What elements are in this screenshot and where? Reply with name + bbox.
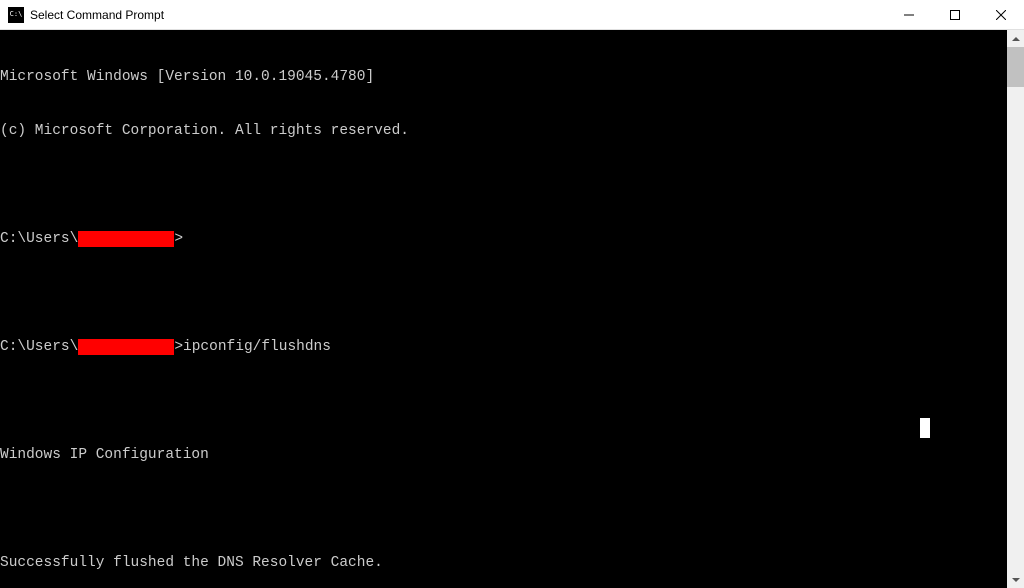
- blank-line: [0, 284, 1007, 302]
- minimize-icon: [904, 10, 914, 20]
- chevron-up-icon: [1012, 37, 1020, 41]
- prompt-path: C:\Users\: [0, 338, 78, 356]
- prompt-line: C:\Users\ >: [0, 230, 1007, 248]
- close-button[interactable]: [978, 0, 1024, 29]
- prompt-gt: >: [174, 230, 183, 248]
- output-header-line: Windows IP Configuration: [0, 446, 1007, 464]
- scroll-thumb[interactable]: [1007, 47, 1024, 87]
- maximize-button[interactable]: [932, 0, 978, 29]
- redacted-username: [78, 339, 174, 355]
- blank-line: [0, 500, 1007, 518]
- command-text: ipconfig/flushdns: [183, 338, 331, 356]
- blank-line: [0, 176, 1007, 194]
- prompt-path: C:\Users\: [0, 230, 78, 248]
- terminal-content: Microsoft Windows [Version 10.0.19045.47…: [0, 30, 1007, 588]
- close-icon: [996, 10, 1006, 20]
- minimize-button[interactable]: [886, 0, 932, 29]
- copyright-line: (c) Microsoft Corporation. All rights re…: [0, 122, 1007, 140]
- terminal-container: Microsoft Windows [Version 10.0.19045.47…: [0, 30, 1024, 588]
- vertical-scrollbar[interactable]: [1007, 30, 1024, 588]
- maximize-icon: [950, 10, 960, 20]
- scroll-down-button[interactable]: [1007, 571, 1024, 588]
- redacted-username: [78, 231, 174, 247]
- window-controls: [886, 0, 1024, 29]
- blank-line: [0, 392, 1007, 410]
- banner-line: Microsoft Windows [Version 10.0.19045.47…: [0, 68, 1007, 86]
- window-titlebar: Select Command Prompt: [0, 0, 1024, 30]
- terminal-output[interactable]: Microsoft Windows [Version 10.0.19045.47…: [0, 30, 1007, 588]
- chevron-down-icon: [1012, 578, 1020, 582]
- output-message-line: Successfully flushed the DNS Resolver Ca…: [0, 554, 1007, 572]
- scroll-track[interactable]: [1007, 47, 1024, 571]
- window-title: Select Command Prompt: [30, 8, 886, 22]
- prompt-gt: >: [174, 338, 183, 356]
- command-line: C:\Users\ >ipconfig/flushdns: [0, 338, 1007, 356]
- scroll-up-button[interactable]: [1007, 30, 1024, 47]
- selection-cursor: [920, 418, 930, 438]
- cmd-icon: [8, 7, 24, 23]
